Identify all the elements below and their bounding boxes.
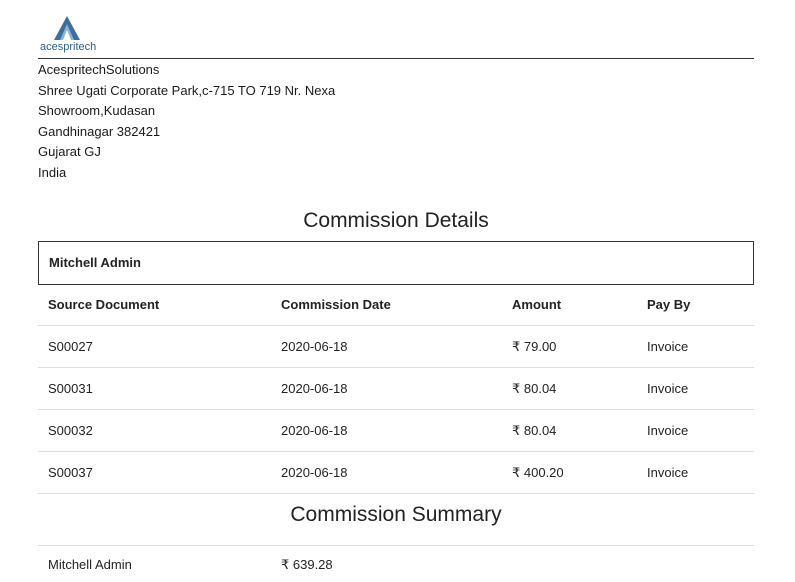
address-line: Shree Ugati Corporate Park,c-715 TO 719 … bbox=[38, 82, 336, 98]
summary-total-amount: ₹ 639.28 bbox=[281, 557, 333, 572]
salesperson-name: Mitchell Admin bbox=[49, 255, 141, 270]
pay-by-cell: Invoice bbox=[637, 325, 754, 368]
table-row: S00031 2020-06-18 ₹ 80.04 Invoice bbox=[38, 367, 754, 410]
amount-cell: ₹ 80.04 bbox=[502, 409, 637, 452]
summary-title: Commission Summary bbox=[290, 503, 502, 526]
address-line: AcespritechSolutions bbox=[38, 62, 160, 77]
pay-by-cell: Invoice bbox=[637, 409, 754, 452]
table-row: S00032 2020-06-18 ₹ 80.04 Invoice bbox=[38, 409, 754, 452]
summary-row: Mitchell Admin ₹ 639.28 bbox=[38, 557, 754, 577]
summary-salesperson-name: Mitchell Admin bbox=[48, 557, 132, 572]
commission-date-cell: 2020-06-18 bbox=[271, 325, 502, 368]
amount-cell: ₹ 400.20 bbox=[502, 451, 637, 494]
amount-cell: ₹ 80.04 bbox=[502, 367, 637, 410]
column-header-commission-date: Commission Date bbox=[271, 284, 502, 326]
amount-cell: ₹ 79.00 bbox=[502, 325, 637, 368]
commission-date-cell: 2020-06-18 bbox=[271, 367, 502, 410]
pay-by-cell: Invoice bbox=[637, 367, 754, 410]
header-divider bbox=[38, 58, 754, 59]
table-header-row: Source Document Commission Date Amount P… bbox=[38, 284, 754, 326]
column-header-pay-by: Pay By bbox=[637, 284, 754, 326]
table-row: S00027 2020-06-18 ₹ 79.00 Invoice bbox=[38, 325, 754, 368]
pay-by-cell: Invoice bbox=[637, 451, 754, 494]
address-line: Showroom,Kudasan bbox=[38, 103, 156, 118]
address-line: Gujarat GJ bbox=[38, 144, 101, 159]
source-document-cell: S00037 bbox=[38, 451, 271, 494]
commission-date-cell: 2020-06-18 bbox=[271, 409, 502, 452]
company-logo: acespritech bbox=[38, 14, 102, 56]
company-address: AcespritechSolutions Shree Ugati Corpora… bbox=[38, 60, 335, 183]
triangle-logo-icon bbox=[54, 16, 80, 40]
report-title: Commission Details bbox=[303, 209, 489, 232]
column-header-source-document: Source Document bbox=[38, 284, 271, 326]
salesperson-header: Mitchell Admin bbox=[38, 241, 754, 285]
source-document-cell: S00031 bbox=[38, 367, 271, 410]
commission-date-cell: 2020-06-18 bbox=[271, 451, 502, 494]
column-header-amount: Amount bbox=[502, 284, 637, 326]
logo-text: acespritech bbox=[40, 41, 97, 53]
summary-divider bbox=[38, 545, 754, 546]
address-line: Gandhinagar 382421 bbox=[38, 123, 161, 139]
source-document-cell: S00032 bbox=[38, 409, 271, 452]
table-row: S00037 2020-06-18 ₹ 400.20 Invoice bbox=[38, 451, 754, 494]
commission-table: Source Document Commission Date Amount P… bbox=[38, 284, 754, 494]
address-line: India bbox=[38, 164, 67, 180]
source-document-cell: S00027 bbox=[38, 325, 271, 368]
